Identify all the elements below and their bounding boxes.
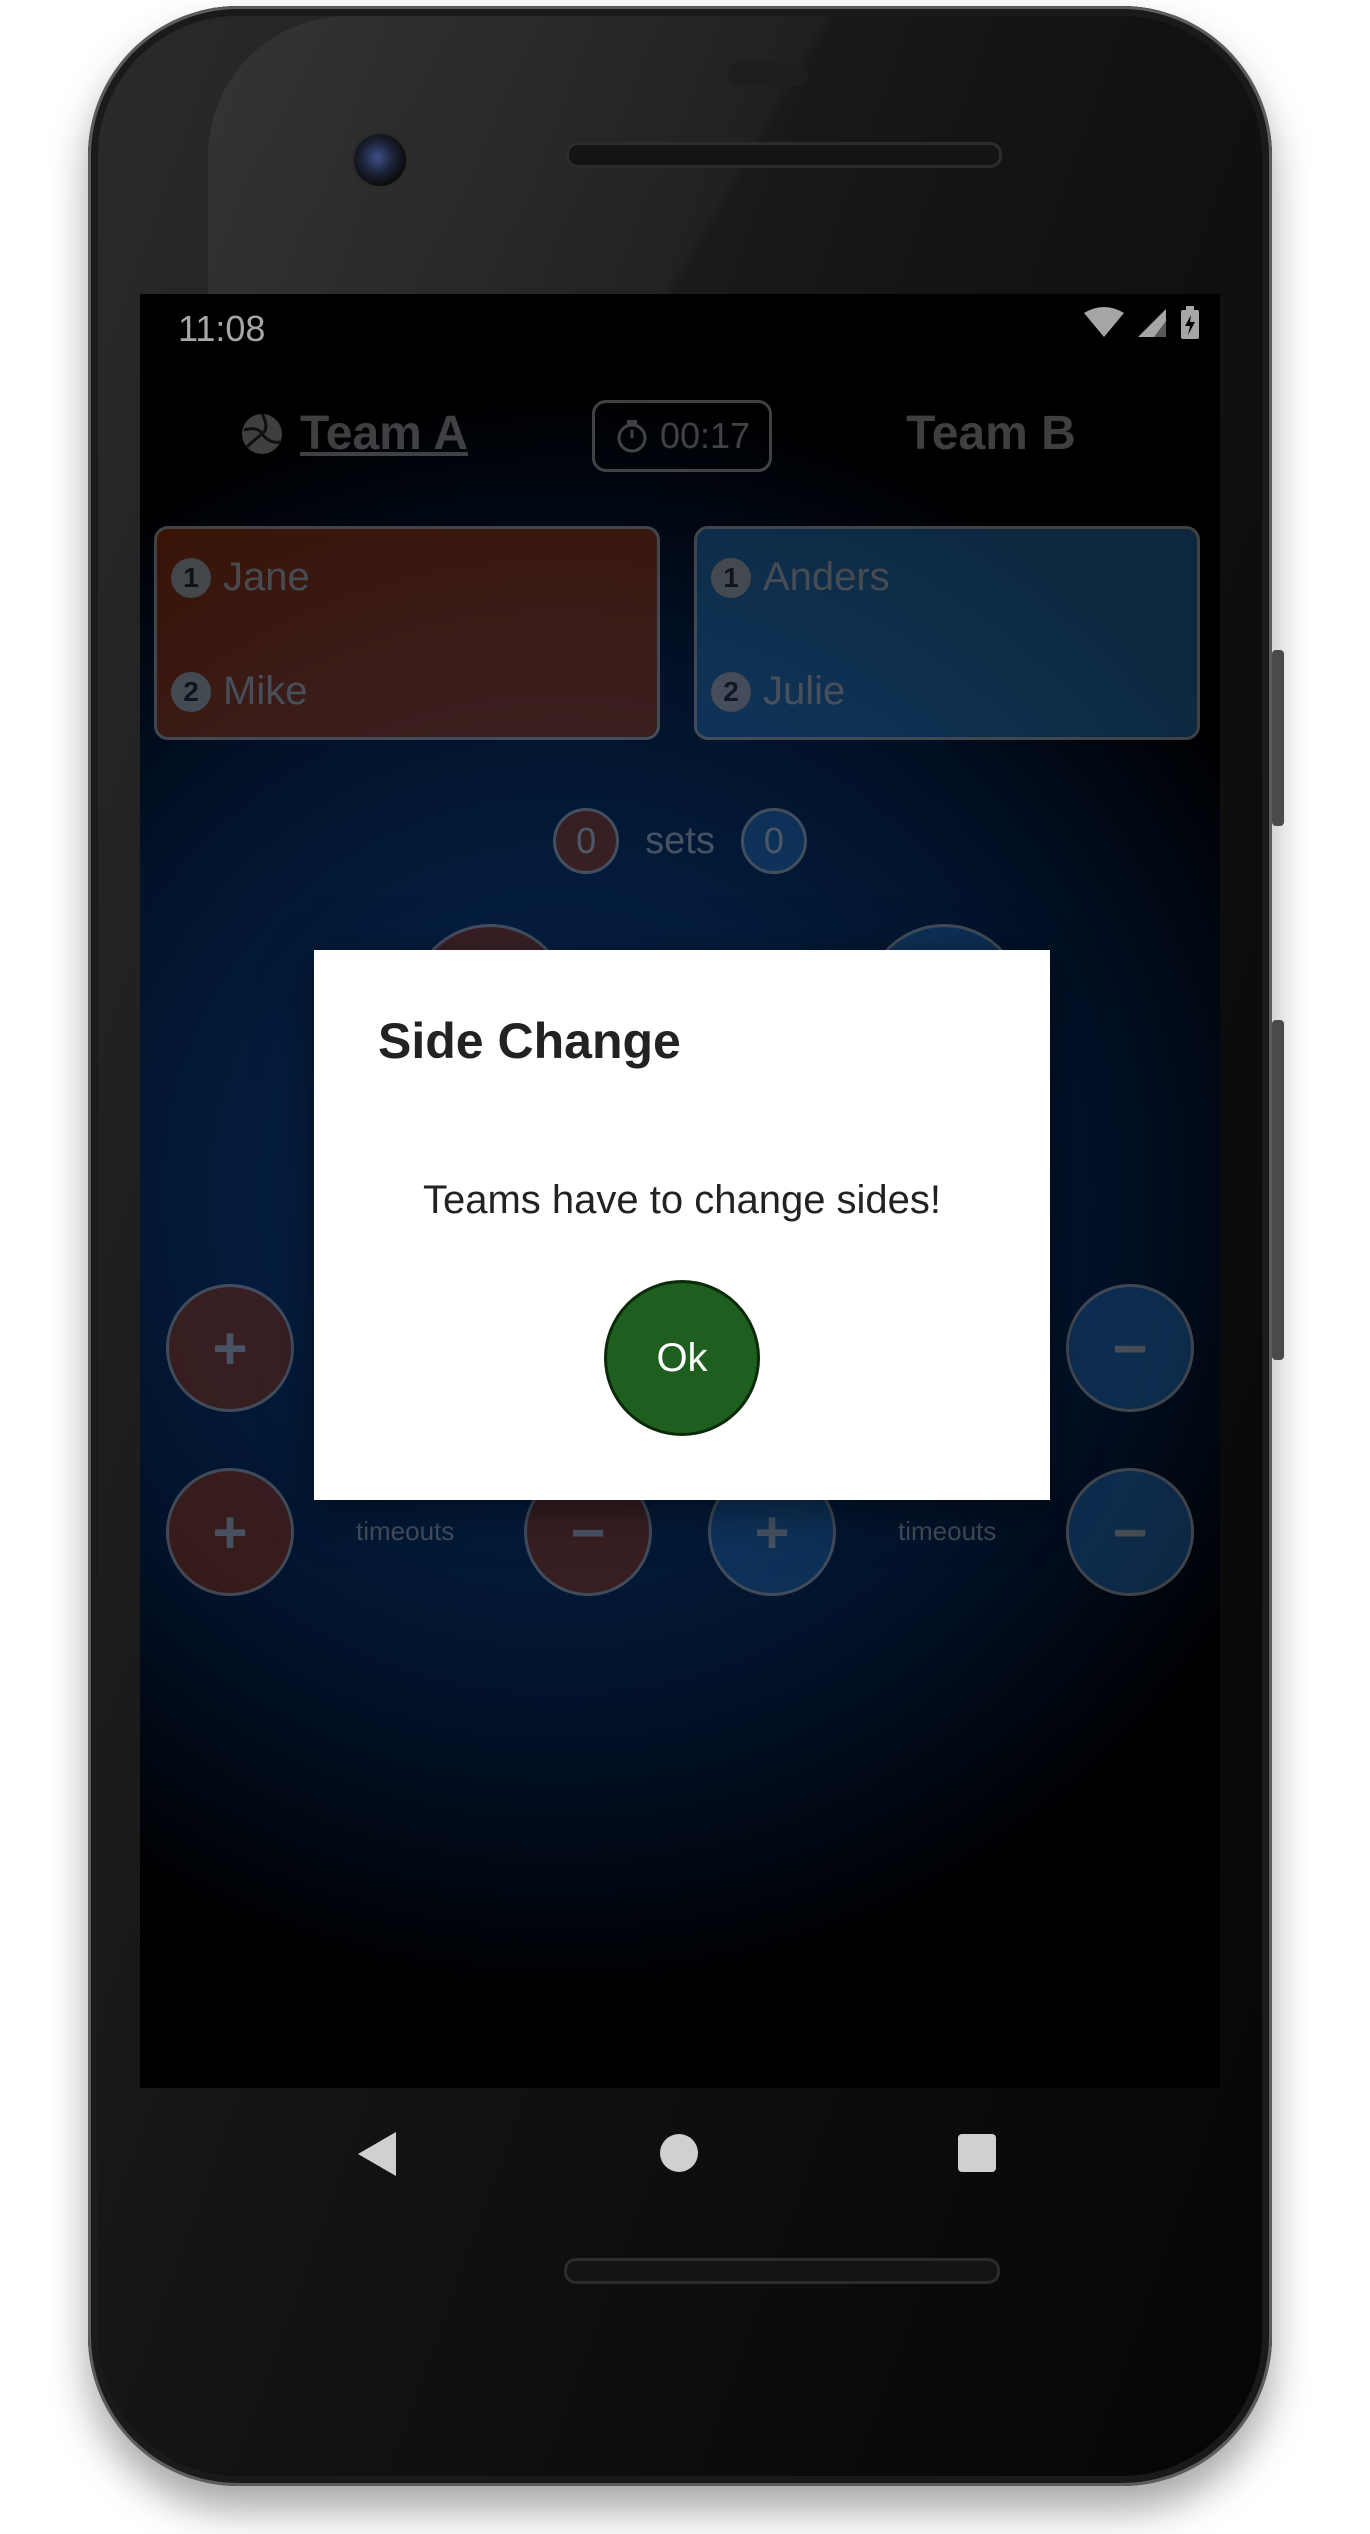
power-button[interactable] xyxy=(1272,1020,1284,1360)
side-change-dialog: Side Change Teams have to change sides! … xyxy=(314,950,1050,1500)
home-icon[interactable] xyxy=(660,2134,698,2172)
front-camera xyxy=(354,134,406,186)
volume-button[interactable] xyxy=(1272,650,1284,826)
back-icon[interactable] xyxy=(358,2132,396,2176)
top-speaker xyxy=(566,142,1002,168)
dialog-message: Teams have to change sides! xyxy=(422,1178,942,1222)
proximity-sensor xyxy=(728,62,808,86)
navigation-bar xyxy=(140,2088,1220,2222)
app-screen: 11:08 Team A 00:17 Team B 1 Jane 2 Mike … xyxy=(140,294,1220,2088)
ok-button[interactable]: Ok xyxy=(604,1280,760,1436)
dialog-title: Side Change xyxy=(378,1013,681,1069)
bottom-speaker xyxy=(564,2258,1000,2284)
recent-apps-icon[interactable] xyxy=(958,2134,996,2172)
